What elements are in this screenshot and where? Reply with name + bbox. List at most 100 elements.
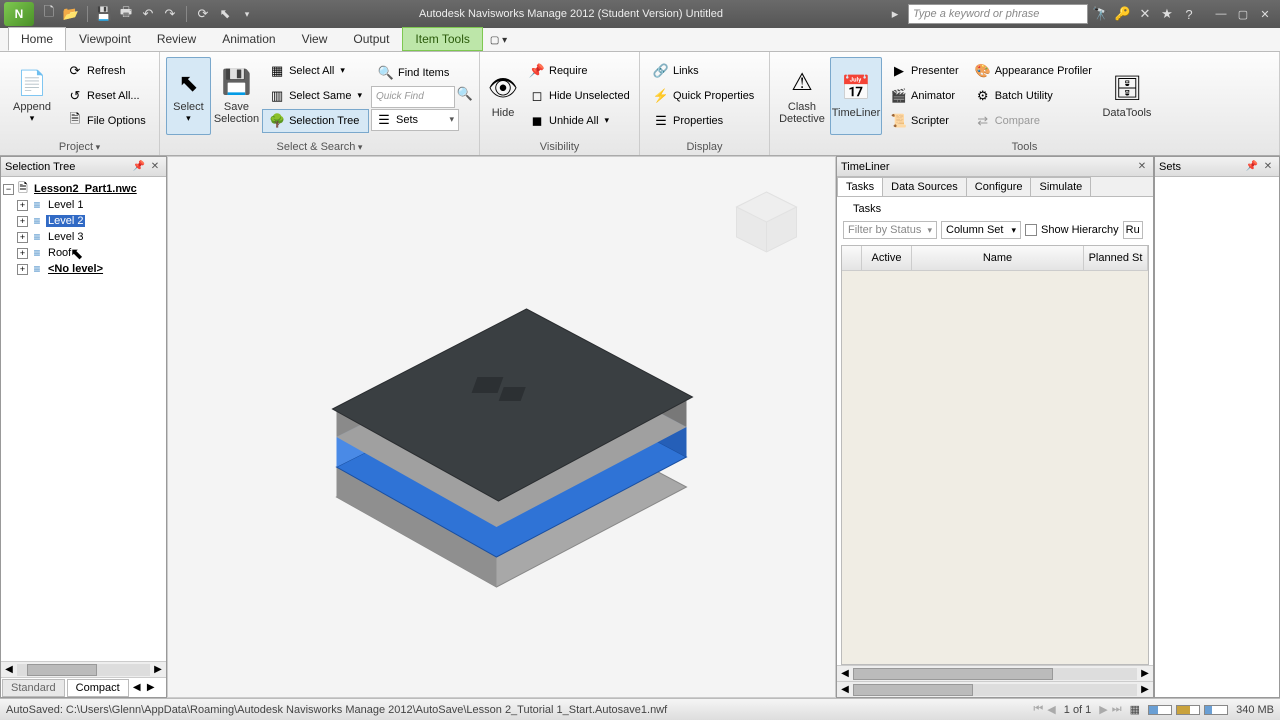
tree-tab-standard[interactable]: Standard bbox=[2, 679, 65, 697]
quickfind-go-icon[interactable]: 🔍 bbox=[457, 86, 473, 102]
quick-properties-button[interactable]: ⚡Quick Properties bbox=[646, 84, 761, 108]
select-button[interactable]: ⬉ Select ▾ bbox=[166, 57, 211, 135]
close-pane-icon[interactable]: ✕ bbox=[1261, 160, 1275, 174]
reset-all-button[interactable]: ↺Reset All... bbox=[60, 84, 153, 108]
redo-icon[interactable]: ↷ bbox=[161, 5, 179, 23]
tree-item-level1[interactable]: Level 1 bbox=[46, 199, 85, 211]
refresh-icon[interactable]: ⟳ bbox=[194, 5, 212, 23]
tree-item-nolevel[interactable]: <No level> bbox=[46, 263, 105, 275]
arrow-icon[interactable]: ▸ bbox=[886, 5, 904, 23]
app-menu-button[interactable]: N bbox=[4, 2, 34, 26]
timeliner-button[interactable]: 📅 TimeLiner bbox=[830, 57, 882, 135]
3d-viewport[interactable] bbox=[167, 156, 836, 698]
timeliner-tab-tasks[interactable]: Tasks bbox=[837, 177, 883, 196]
pin-icon[interactable]: 📌 bbox=[1245, 160, 1259, 174]
filter-status-combo[interactable]: Filter by Status bbox=[843, 221, 937, 239]
tree-collapse-icon[interactable]: − bbox=[3, 184, 14, 195]
show-hierarchy-checkbox[interactable] bbox=[1025, 224, 1037, 236]
properties-button[interactable]: ☰Properties bbox=[646, 109, 761, 133]
presenter-button[interactable]: ▶Presenter bbox=[884, 59, 966, 83]
tree-tab-left[interactable]: ◀ bbox=[130, 682, 144, 693]
selection-tree[interactable]: − 🗎 Lesson2_Part1.nwc + ≡ Level 1 + ≡ Le… bbox=[1, 177, 166, 661]
tree-item-roof[interactable]: Roof bbox=[46, 247, 73, 259]
minimize-button[interactable]: — bbox=[1210, 5, 1232, 23]
sets-combo[interactable]: ☰Sets bbox=[371, 109, 459, 131]
hide-button[interactable]: 👁 Hide bbox=[486, 57, 520, 135]
panel-title-select[interactable]: Select & Search bbox=[160, 139, 479, 155]
new-icon[interactable]: 🗋 bbox=[40, 5, 58, 23]
tree-hscroll[interactable]: ◀▶ bbox=[1, 661, 166, 677]
append-button[interactable]: 📄 Append ▾ bbox=[6, 57, 58, 135]
tasks-table[interactable]: Active Name Planned St bbox=[841, 245, 1149, 665]
tree-item-level3[interactable]: Level 3 bbox=[46, 231, 85, 243]
tab-animation[interactable]: Animation bbox=[209, 27, 288, 51]
sheet-browser-icon[interactable]: ▦ bbox=[1130, 703, 1140, 716]
animator-button[interactable]: 🎬Animator bbox=[884, 84, 966, 108]
tab-view[interactable]: View bbox=[289, 27, 341, 51]
col-name[interactable]: Name bbox=[912, 246, 1084, 270]
close-button[interactable]: ✕ bbox=[1254, 5, 1276, 23]
compare-button[interactable]: ⇄Compare bbox=[968, 109, 1099, 133]
rules-button-partial[interactable]: Ru bbox=[1123, 221, 1143, 239]
tree-tab-right[interactable]: ▶ bbox=[144, 682, 158, 693]
sheet-nav-first[interactable]: ⏮ bbox=[1033, 703, 1043, 716]
hide-unselected-button[interactable]: ◻Hide Unselected bbox=[522, 84, 637, 108]
refresh-button[interactable]: ⟳Refresh bbox=[60, 59, 153, 83]
tree-expand-icon[interactable]: + bbox=[17, 264, 28, 275]
appearance-profiler-button[interactable]: 🎨Appearance Profiler bbox=[968, 59, 1099, 83]
sets-content[interactable] bbox=[1155, 177, 1279, 697]
binoculars-icon[interactable]: 🔭 bbox=[1092, 5, 1110, 23]
sheet-nav-prev[interactable]: ◀ bbox=[1047, 703, 1055, 716]
unhide-all-button[interactable]: ◼Unhide All▾ bbox=[522, 109, 637, 133]
timeliner-hscroll1[interactable]: ◀▶ bbox=[837, 665, 1153, 681]
quick-find-input[interactable]: Quick Find bbox=[371, 86, 455, 108]
tab-viewpoint[interactable]: Viewpoint bbox=[66, 27, 144, 51]
require-button[interactable]: 📌Require bbox=[522, 59, 637, 83]
close-pane-icon[interactable]: ✕ bbox=[1135, 160, 1149, 174]
scripter-button[interactable]: 📜Scripter bbox=[884, 109, 966, 133]
ribbon-view-toggle[interactable]: ▢ ▾ bbox=[483, 30, 514, 51]
sheet-nav-next[interactable]: ▶ bbox=[1099, 703, 1107, 716]
clash-detective-button[interactable]: ⚠ Clash Detective bbox=[776, 57, 828, 135]
tab-review[interactable]: Review bbox=[144, 27, 209, 51]
col-active[interactable]: Active bbox=[862, 246, 912, 270]
select-all-button[interactable]: ▦Select All▾ bbox=[262, 59, 369, 83]
timeliner-tab-simulate[interactable]: Simulate bbox=[1030, 177, 1091, 196]
maximize-button[interactable]: ▢ bbox=[1232, 5, 1254, 23]
tab-item-tools[interactable]: Item Tools bbox=[402, 27, 482, 51]
key-icon[interactable]: 🔑 bbox=[1114, 5, 1132, 23]
pointer-icon[interactable]: ⬉ bbox=[216, 5, 234, 23]
tree-expand-icon[interactable]: + bbox=[17, 248, 28, 259]
save-icon[interactable]: 💾 bbox=[95, 5, 113, 23]
undo-icon[interactable]: ↶ bbox=[139, 5, 157, 23]
save-selection-button[interactable]: 💾 Save Selection bbox=[213, 57, 260, 135]
batch-utility-button[interactable]: ⚙Batch Utility bbox=[968, 84, 1099, 108]
file-options-button[interactable]: 🗎File Options bbox=[60, 109, 153, 133]
tree-root[interactable]: Lesson2_Part1.nwc bbox=[32, 183, 139, 195]
tree-expand-icon[interactable]: + bbox=[17, 232, 28, 243]
tree-expand-icon[interactable]: + bbox=[17, 216, 28, 227]
tree-item-level2[interactable]: Level 2 bbox=[46, 215, 85, 227]
links-button[interactable]: 🔗Links bbox=[646, 59, 761, 83]
exchange-icon[interactable]: ✕ bbox=[1136, 5, 1154, 23]
help-icon[interactable]: ? bbox=[1180, 5, 1198, 23]
pin-icon[interactable]: 📌 bbox=[132, 160, 146, 174]
timeliner-tab-datasources[interactable]: Data Sources bbox=[882, 177, 967, 196]
selection-tree-button[interactable]: 🌳Selection Tree bbox=[262, 109, 369, 133]
col-planned-start[interactable]: Planned St bbox=[1084, 246, 1148, 270]
infocenter-search[interactable]: Type a keyword or phrase bbox=[908, 4, 1088, 24]
timeliner-hscroll2[interactable]: ◀▶ bbox=[837, 681, 1153, 697]
close-pane-icon[interactable]: ✕ bbox=[148, 160, 162, 174]
tab-home[interactable]: Home bbox=[8, 27, 66, 51]
datatools-button[interactable]: 🗄 DataTools bbox=[1101, 57, 1153, 135]
panel-title-project[interactable]: Project bbox=[0, 139, 159, 155]
tree-tab-compact[interactable]: Compact bbox=[67, 679, 129, 697]
tab-output[interactable]: Output bbox=[340, 27, 402, 51]
tree-expand-icon[interactable]: + bbox=[17, 200, 28, 211]
timeliner-tab-configure[interactable]: Configure bbox=[966, 177, 1032, 196]
sheet-nav-last[interactable]: ⏭ bbox=[1112, 703, 1122, 716]
find-items-button[interactable]: 🔍Find Items bbox=[371, 61, 473, 85]
print-icon[interactable]: 🖶 bbox=[117, 5, 135, 23]
column-set-combo[interactable]: Column Set bbox=[941, 221, 1021, 239]
select-same-button[interactable]: ▥Select Same▾ bbox=[262, 84, 369, 108]
